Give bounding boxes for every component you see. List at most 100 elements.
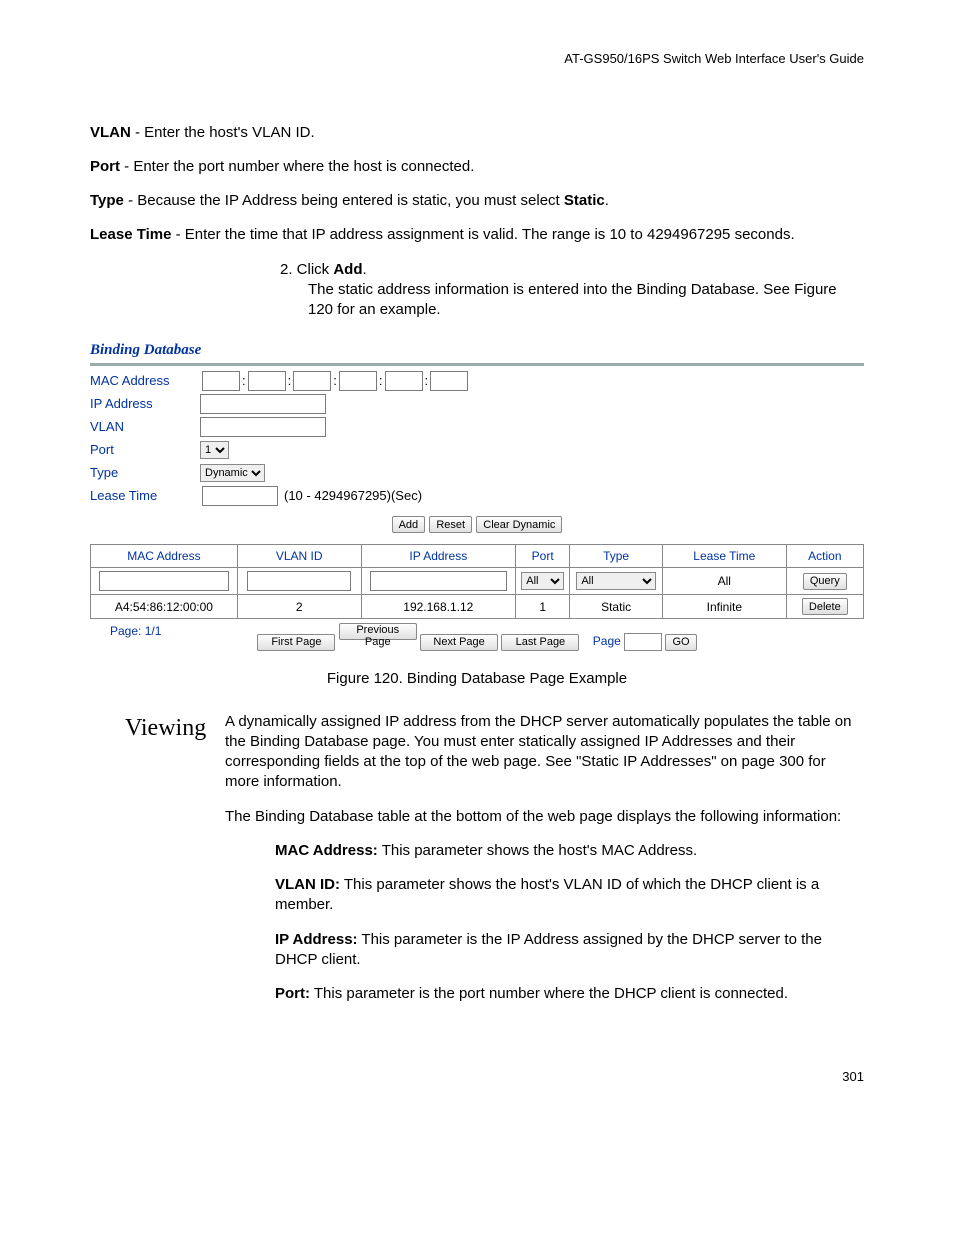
row-type: Type Dynamic <box>90 462 864 485</box>
step-2-tail: . <box>363 261 367 278</box>
def-lease-term: Lease Time <box>90 226 171 243</box>
label-type: Type <box>90 464 200 482</box>
cell-ip: 192.168.1.12 <box>361 594 516 619</box>
ip-input[interactable] <box>200 394 326 414</box>
def-type-term2: Static <box>564 192 605 209</box>
def-vlan: VLAN - Enter the host's VLAN ID. <box>90 123 864 143</box>
first-page-button[interactable]: First Page <box>257 634 335 651</box>
filter-vlan[interactable] <box>247 571 350 591</box>
mac-oct-4[interactable] <box>339 371 377 391</box>
item-ip-text: This parameter is the IP Address assigne… <box>275 931 822 968</box>
binding-table: MAC Address VLAN ID IP Address Port Type… <box>90 544 864 620</box>
th-mac: MAC Address <box>91 544 238 567</box>
label-vlan: VLAN <box>90 418 200 436</box>
mac-oct-3[interactable] <box>293 371 331 391</box>
row-vlan: VLAN <box>90 416 864 439</box>
def-type-text-b: . <box>605 192 609 209</box>
def-port-term: Port <box>90 158 120 175</box>
step-2-lead: 2. Click <box>280 261 333 278</box>
item-vlan: VLAN ID: This parameter shows the host's… <box>275 875 864 916</box>
filter-lease: All <box>662 567 786 594</box>
label-lease: Lease Time <box>90 487 200 505</box>
pager: Page: 1/1 First Page Previous Page Next … <box>90 623 864 651</box>
row-lease: Lease Time (10 - 4294967295)(Sec) <box>90 485 864 508</box>
next-page-button[interactable]: Next Page <box>420 634 498 651</box>
item-ip-term: IP Address: <box>275 931 358 948</box>
clear-dynamic-button[interactable]: Clear Dynamic <box>476 516 562 533</box>
section-viewing: Viewing A dynamically assigned IP addres… <box>90 712 864 1019</box>
table-header-row: MAC Address VLAN ID IP Address Port Type… <box>91 544 864 567</box>
cell-lease: Infinite <box>662 594 786 619</box>
vlan-input[interactable] <box>200 417 326 437</box>
delete-button[interactable]: Delete <box>802 598 848 615</box>
def-vlan-term: VLAN <box>90 124 131 141</box>
item-mac: MAC Address: This parameter shows the ho… <box>275 841 864 861</box>
item-ip: IP Address: This parameter is the IP Add… <box>275 930 864 971</box>
doc-header: AT-GS950/16PS Switch Web Interface User'… <box>90 50 864 68</box>
def-type: Type - Because the IP Address being ente… <box>90 191 864 211</box>
def-lease-text: - Enter the time that IP address assignm… <box>171 226 794 243</box>
def-port: Port - Enter the port number where the h… <box>90 157 864 177</box>
step-2-bold: Add <box>333 261 362 278</box>
row-port: Port 1 <box>90 439 864 462</box>
last-page-button[interactable]: Last Page <box>501 634 579 651</box>
mac-oct-5[interactable] <box>385 371 423 391</box>
filter-ip[interactable] <box>370 571 507 591</box>
item-port-term: Port: <box>275 985 310 1002</box>
mac-oct-6[interactable] <box>430 371 468 391</box>
filter-port[interactable]: All <box>521 572 564 590</box>
pager-page-label: Page <box>593 634 621 648</box>
item-vlan-term: VLAN ID: <box>275 876 340 893</box>
page-number: 301 <box>90 1068 864 1086</box>
viewing-p1: A dynamically assigned IP address from t… <box>225 712 864 793</box>
row-mac: MAC Address : : : : : <box>90 370 864 393</box>
form-buttons: Add Reset Clear Dynamic <box>90 514 864 534</box>
table-row: A4:54:86:12:00:00 2 192.168.1.12 1 Stati… <box>91 594 864 619</box>
item-mac-text: This parameter shows the host's MAC Addr… <box>378 842 697 859</box>
item-vlan-text: This parameter shows the host's VLAN ID … <box>275 876 819 913</box>
go-button[interactable]: GO <box>665 634 696 651</box>
figure-120: Binding Database MAC Address : : : : : I… <box>90 340 864 651</box>
label-mac: MAC Address <box>90 372 200 390</box>
row-ip: IP Address <box>90 393 864 416</box>
reset-button[interactable]: Reset <box>429 516 472 533</box>
label-ip: IP Address <box>90 395 200 413</box>
step-2: 2. Click Add. The static address informa… <box>280 260 864 321</box>
mac-oct-1[interactable] <box>202 371 240 391</box>
th-ip: IP Address <box>361 544 516 567</box>
filter-mac[interactable] <box>99 571 229 591</box>
item-port: Port: This parameter is the port number … <box>275 984 864 1004</box>
step-2-line2: The static address information is entere… <box>308 280 864 321</box>
def-type-term: Type <box>90 192 124 209</box>
def-lease: Lease Time - Enter the time that IP addr… <box>90 225 864 245</box>
th-action: Action <box>786 544 863 567</box>
def-vlan-text: - Enter the host's VLAN ID. <box>131 124 315 141</box>
prev-page-button[interactable]: Previous Page <box>339 623 417 640</box>
pager-page-input[interactable] <box>624 633 662 651</box>
def-port-text: - Enter the port number where the host i… <box>120 158 474 175</box>
port-select[interactable]: 1 <box>200 441 229 459</box>
th-port: Port <box>516 544 570 567</box>
th-type: Type <box>570 544 663 567</box>
th-lease: Lease Time <box>662 544 786 567</box>
viewing-p2: The Binding Database table at the bottom… <box>225 807 864 827</box>
figure-caption: Figure 120. Binding Database Page Exampl… <box>90 669 864 689</box>
cell-mac: A4:54:86:12:00:00 <box>91 594 238 619</box>
label-port: Port <box>90 441 200 459</box>
item-port-text: This parameter is the port number where … <box>310 985 788 1002</box>
lease-hint: (10 - 4294967295)(Sec) <box>284 487 422 505</box>
lease-input[interactable] <box>202 486 278 506</box>
th-vlan: VLAN ID <box>237 544 361 567</box>
type-select[interactable]: Dynamic <box>200 464 265 482</box>
def-type-text-a: - Because the IP Address being entered i… <box>124 192 564 209</box>
mac-oct-2[interactable] <box>248 371 286 391</box>
cell-port: 1 <box>516 594 570 619</box>
cell-vlan: 2 <box>237 594 361 619</box>
filter-type[interactable]: All <box>576 572 656 590</box>
item-mac-term: MAC Address: <box>275 842 378 859</box>
table-filter-row: All All All Query <box>91 567 864 594</box>
binding-title: Binding Database <box>90 340 864 365</box>
add-button[interactable]: Add <box>392 516 426 533</box>
query-button[interactable]: Query <box>803 573 847 590</box>
cell-type: Static <box>570 594 663 619</box>
